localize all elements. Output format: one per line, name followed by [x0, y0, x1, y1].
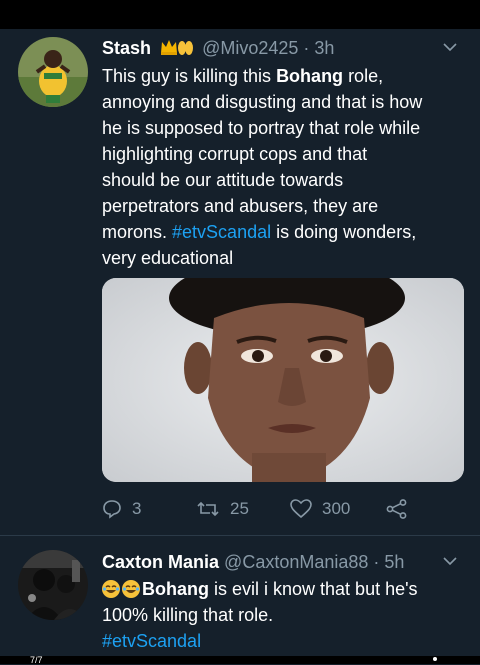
- text-segment: is evil i know that but he's: [209, 579, 418, 599]
- user-handle[interactable]: @Mivo2425: [202, 38, 298, 58]
- timestamp[interactable]: · 5h: [373, 552, 404, 572]
- text-segment: role,: [343, 66, 384, 86]
- text-segment: This guy is killing this: [102, 66, 277, 86]
- tweet-header: Caxton Mania @CaxtonMania88 · 5h: [102, 552, 404, 573]
- tweet-header: Stash @Mivo2425 · 3h: [102, 38, 334, 61]
- text-line: very educational: [102, 248, 234, 268]
- status-bar: [0, 0, 480, 29]
- hashtag-link[interactable]: #etvScandal: [102, 628, 468, 654]
- tweet-stash[interactable]: Stash @Mivo2425 · 3h This guy is killing…: [0, 29, 480, 536]
- retweet-button[interactable]: 25: [196, 497, 249, 521]
- user-handle[interactable]: @CaxtonMania88: [224, 552, 368, 572]
- page-indicator: 7/7: [30, 655, 43, 665]
- like-button[interactable]: 300: [290, 497, 350, 521]
- text-line: highlighting corrupt cops and that: [102, 144, 368, 164]
- text-line: perpetrators and abusers, they are: [102, 196, 379, 216]
- retweet-icon: [197, 501, 219, 517]
- share-icon: [386, 499, 407, 519]
- text-line: should be our attitude towards: [102, 170, 344, 190]
- share-button[interactable]: [386, 497, 408, 521]
- navigation-bar: [0, 656, 480, 664]
- reply-count: 3: [132, 499, 142, 518]
- display-name[interactable]: Stash: [102, 38, 151, 58]
- heart-icon: [290, 499, 312, 519]
- reply-button[interactable]: 3: [102, 497, 141, 521]
- display-name[interactable]: Caxton Mania: [102, 552, 219, 572]
- tweet-photo[interactable]: [102, 278, 464, 482]
- hashtag-link[interactable]: #etvScandal: [172, 222, 271, 242]
- bold-text: Bohang: [276, 66, 344, 86]
- timestamp[interactable]: · 3h: [303, 38, 334, 58]
- text-line: he is supposed to portray that role whil…: [102, 118, 421, 138]
- tweet-actions: 3 25 300: [102, 497, 468, 521]
- text-line: 100% killing that role.: [102, 605, 274, 625]
- tweet-caxton-mania[interactable]: Caxton Mania @CaxtonMania88 · 5h Bohang …: [0, 536, 480, 664]
- chevron-down-icon[interactable]: [442, 556, 458, 566]
- tweet-text: Bohang is evil i know that but he's 100%…: [102, 576, 468, 654]
- chevron-down-icon[interactable]: [442, 42, 458, 52]
- reply-icon: [103, 500, 121, 519]
- text-segment: morons.: [102, 222, 173, 242]
- home-indicator-dot: [433, 657, 437, 661]
- crown-hands-emoji-icon: [160, 38, 194, 61]
- bold-text: Bohang: [142, 579, 209, 599]
- text-line: annoying and disgusting and that is how: [102, 92, 423, 112]
- avatar-stash[interactable]: [18, 37, 88, 107]
- laughing-emoji-icon: [102, 580, 120, 598]
- laughing-emoji-icon: [122, 580, 140, 598]
- retweet-count: 25: [230, 499, 249, 518]
- like-count: 300: [322, 499, 351, 518]
- avatar-caxton-mania[interactable]: [18, 550, 88, 620]
- text-segment: is doing wonders,: [271, 222, 417, 242]
- tweet-text: This guy is killing this Bohang role, an…: [102, 63, 468, 271]
